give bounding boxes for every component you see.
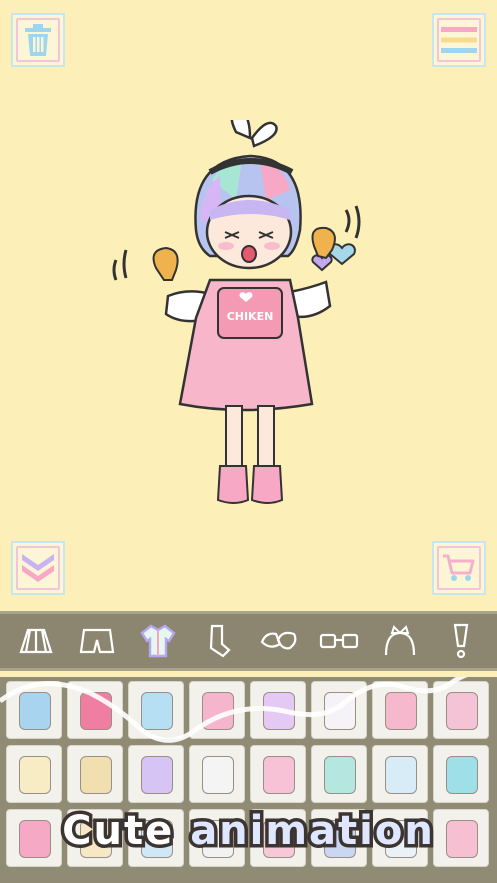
trash-icon (25, 24, 51, 56)
item-slot[interactable] (372, 681, 428, 739)
item-slot[interactable] (189, 681, 245, 739)
item-slot[interactable] (67, 745, 123, 803)
clothing-item (446, 692, 478, 730)
caption: Cute animation (0, 805, 497, 858)
clothing-item (263, 756, 295, 794)
caption-word-2: animation (187, 805, 437, 858)
cart-icon (443, 554, 475, 581)
tab-socks[interactable] (195, 618, 241, 664)
tab-shoes[interactable] (256, 618, 302, 664)
clothing-item (19, 692, 51, 730)
clothing-item (385, 756, 417, 794)
clothing-item (80, 692, 112, 730)
shop-button[interactable] (432, 541, 486, 595)
item-slot[interactable] (189, 745, 245, 803)
shirt-text: CHIKEN (227, 310, 274, 323)
tab-more[interactable] (438, 618, 484, 664)
clothing-item (19, 756, 51, 794)
clothing-item (80, 756, 112, 794)
clothing-item (324, 756, 356, 794)
item-slot[interactable] (6, 681, 62, 739)
item-slot[interactable] (67, 681, 123, 739)
item-slot[interactable] (372, 745, 428, 803)
tab-skirt[interactable] (13, 618, 59, 664)
exclamation-icon (453, 623, 468, 659)
shorts-icon (79, 628, 115, 654)
tab-top[interactable] (135, 618, 181, 664)
skirt-icon (19, 628, 53, 654)
clothing-item (324, 692, 356, 730)
clothing-item (263, 692, 295, 730)
menu-icon (441, 27, 477, 53)
category-toolbar (0, 611, 497, 671)
clothing-item (446, 756, 478, 794)
socks-icon (210, 624, 231, 658)
tab-headband[interactable] (377, 618, 423, 664)
clothing-item (202, 756, 234, 794)
tab-glasses[interactable] (316, 618, 362, 664)
clothing-item (385, 692, 417, 730)
item-slot[interactable] (311, 745, 367, 803)
item-slot[interactable] (128, 745, 184, 803)
tab-shorts[interactable] (74, 618, 120, 664)
character-stage: CHIKEN (0, 110, 497, 520)
caption-word-1: Cute (59, 805, 176, 858)
top-icon (139, 624, 176, 658)
headband-icon (384, 625, 416, 656)
item-slot[interactable] (250, 681, 306, 739)
trash-button[interactable] (11, 13, 65, 67)
item-slot[interactable] (250, 745, 306, 803)
item-slot[interactable] (6, 745, 62, 803)
glasses-icon (320, 633, 359, 649)
clothing-item (202, 692, 234, 730)
item-slot[interactable] (433, 745, 489, 803)
collapse-button[interactable] (11, 541, 65, 595)
item-slot[interactable] (128, 681, 184, 739)
clothing-item (141, 756, 173, 794)
shoes-icon (260, 631, 297, 650)
character: CHIKEN (112, 110, 361, 504)
item-slot[interactable] (433, 681, 489, 739)
item-slot[interactable] (311, 681, 367, 739)
chevron-down-icon (22, 554, 54, 582)
clothing-item (141, 692, 173, 730)
menu-button[interactable] (432, 13, 486, 67)
